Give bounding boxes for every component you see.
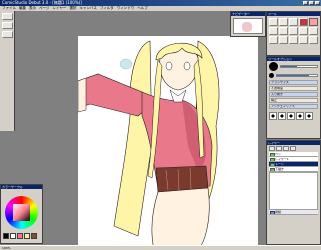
rotate-tool-button[interactable] [309,36,318,44]
ruler-tool-button[interactable] [269,36,278,44]
new-layer-button[interactable] [269,146,275,151]
color-swatch[interactable] [3,233,9,239]
drawing-canvas[interactable] [78,36,258,250]
color-swatches [3,233,37,239]
navigator-panel: ナビゲーター [230,11,266,37]
brush-tip-preset[interactable] [269,112,277,120]
color-swatch[interactable] [31,233,37,239]
opacity-slider[interactable] [276,74,318,77]
eraser-tool-button[interactable] [279,27,288,35]
color-swatch[interactable] [17,233,23,239]
menu-help[interactable]: ヘルプ [137,6,148,11]
zoom-tool-button[interactable] [299,36,308,44]
brush-size-slider[interactable] [280,65,318,68]
layer-list-empty-area [269,172,318,210]
layer-row[interactable]: 下描き [269,167,318,172]
menu-window[interactable]: ウィンドウ [117,6,135,11]
menu-select[interactable]: 選択 [69,6,76,11]
status-bar: 100% [0,245,321,250]
brush-tip-preset[interactable] [278,112,286,120]
minimize-button[interactable] [303,1,308,5]
option-row[interactable]: 不透明度 [269,86,318,91]
tone-tool-button[interactable] [299,27,308,35]
skirt [151,187,210,250]
fill-tool-button[interactable] [289,27,298,35]
tool-button[interactable] [2,31,13,38]
menu-page[interactable]: ページ [39,6,49,11]
brush-size-row [267,61,320,72]
brush-tip-preset[interactable] [305,112,313,120]
navigator-thumbnail[interactable] [233,18,263,34]
maximize-button[interactable] [309,1,314,5]
navigator-title: ナビゲーター [231,12,265,16]
delete-layer-button[interactable] [290,146,296,151]
menu-layer[interactable]: レイヤー [52,6,66,11]
tool-button[interactable] [2,22,13,29]
layer-panel: レイヤー ペン レイヤー1 トーン 下描き 用紙 [266,140,321,245]
brush-tool-button[interactable] [309,18,318,26]
pencil-tool-button[interactable] [269,27,278,35]
illustration [78,40,220,250]
corset [155,165,209,193]
tool-button[interactable] [2,13,13,20]
option-row[interactable]: ブラシサイズ [269,80,318,85]
pen-tool-button[interactable] [299,18,308,26]
eyedropper-tool-button[interactable] [279,36,288,44]
right-eye [183,61,191,71]
move-tool-button[interactable] [269,18,278,26]
left-toolbox [0,11,15,131]
color-swatch[interactable] [24,233,30,239]
opacity-preview-icon [269,73,274,78]
hair-back-left [113,40,153,237]
brush-opacity-row [267,72,320,79]
tool-options-panel: ツールオプション ブラシサイズ 不透明度 入り抜き 補正 アンチエイリアス [266,56,321,139]
layer-row-paper[interactable]: 用紙 [269,210,318,215]
speech-bubble-shape [119,58,133,70]
lasso-tool-button[interactable] [289,18,298,26]
opacity-fill [277,75,309,76]
app-window: ComicStudio Debut 3.0 - [無題1 (100%)] ファイ… [0,0,321,250]
brush-preview-icon [269,62,278,71]
text-tool-button[interactable] [309,27,318,35]
brush-tip-presets [267,110,320,122]
zoom-level-text: 100% [2,246,11,250]
menu-filter[interactable]: フィルタ [100,6,114,11]
close-button[interactable] [315,1,320,5]
brush-tip-preset[interactable] [287,112,295,120]
duplicate-layer-button[interactable] [276,146,282,151]
menu-canvas[interactable]: キャンバス [79,6,97,11]
color-swatch[interactable] [10,233,16,239]
merge-layer-button[interactable] [283,146,289,151]
window-controls [303,1,320,5]
left-eye [165,61,173,71]
tool-panel: ツール [266,11,321,56]
menu-view[interactable]: 表示 [29,6,36,11]
color-circle-panel: カラーサークル [0,184,43,244]
color-panel-title: カラーサークル [1,185,42,189]
brush-size-fill [281,66,298,67]
option-row[interactable]: アンチエイリアス [269,104,318,109]
hand-tool-button[interactable] [289,36,298,44]
select-tool-button[interactable] [279,18,288,26]
brush-tip-preset[interactable] [296,112,304,120]
option-row[interactable]: 補正 [269,98,318,103]
option-row[interactable]: 入り抜き [269,92,318,97]
tool-grid [267,16,320,46]
layer-toolbar [267,145,320,152]
menu-edit[interactable]: 編集 [19,6,26,11]
hand [78,77,87,113]
color-wheel[interactable] [5,196,38,229]
